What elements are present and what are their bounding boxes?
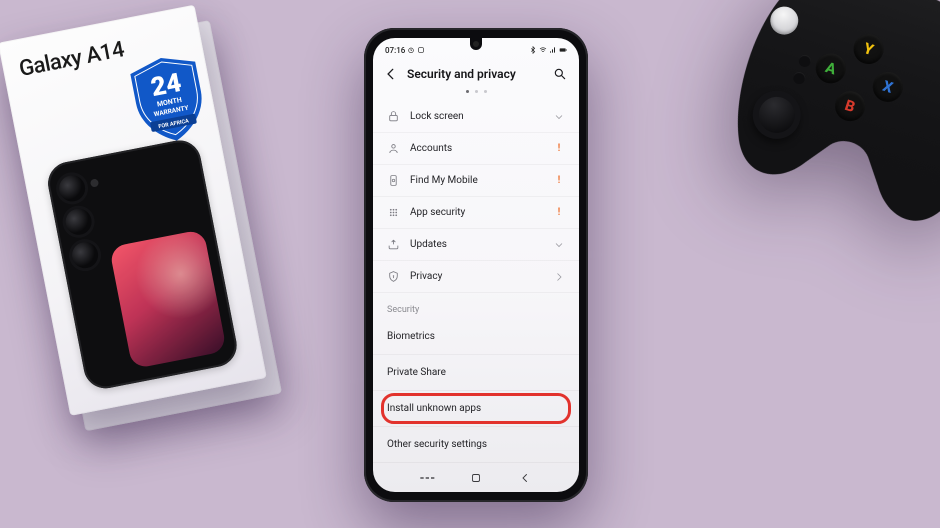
header-title: Security and privacy [407, 67, 545, 81]
game-controller: Y X A B [709, 0, 940, 243]
warranty-badge: 24 MONTH WARRANTY FOR AFRICA [124, 49, 213, 150]
row-label: Privacy [410, 271, 543, 282]
row-label: Lock screen [410, 111, 543, 122]
page-dot [484, 90, 487, 93]
search-button[interactable] [553, 66, 569, 82]
product-box-flash [90, 178, 99, 187]
android-navbar [373, 464, 579, 492]
back-button[interactable] [383, 66, 399, 82]
phone-screen: 07:16 Security and privacy [373, 38, 579, 492]
page-indicator [373, 86, 579, 101]
phone-front-camera [473, 41, 479, 47]
product-box-title: Galaxy A14 [17, 37, 126, 82]
row-updates[interactable]: Updates [373, 229, 579, 261]
controller-body [709, 0, 940, 243]
status-icon-wifi [539, 46, 547, 54]
grid-icon [387, 206, 400, 219]
status-icon-bt [529, 46, 537, 54]
row-accounts[interactable]: Accounts ! [373, 133, 579, 165]
nav-back-button[interactable] [517, 472, 533, 484]
status-icon-signal [549, 46, 557, 54]
page-dot-active [466, 90, 469, 93]
chevron-down-icon [553, 111, 565, 123]
product-box-front: Galaxy A14 24 MONTH WARRANTY FOR AFRICA [0, 5, 267, 416]
status-icon-battery [559, 46, 567, 54]
search-icon [553, 67, 567, 81]
chevron-left-icon [384, 67, 398, 81]
chevron-down-icon [553, 239, 565, 251]
warn-icon: ! [553, 207, 565, 218]
chevron-right-icon [553, 271, 565, 283]
product-box: Galaxy A14 24 MONTH WARRANTY FOR AFRICA [0, 1, 294, 455]
row-label: Private Share [387, 367, 565, 378]
section-label-security: Security [373, 293, 579, 319]
settings-list[interactable]: Lock screen Accounts ! Find My Mobile ! … [373, 101, 579, 464]
page-dot [475, 90, 478, 93]
row-lock-screen[interactable]: Lock screen [373, 101, 579, 133]
row-label: Biometrics [387, 331, 565, 342]
row-app-security[interactable]: App security ! [373, 197, 579, 229]
row-label: Install unknown apps [387, 403, 565, 414]
person-icon [387, 142, 400, 155]
row-install-unknown-apps[interactable]: Install unknown apps [373, 391, 579, 427]
row-other-security-settings[interactable]: Other security settings [373, 427, 579, 463]
product-box-phone-render [44, 137, 240, 392]
updates-icon [387, 238, 400, 251]
lock-icon [387, 110, 400, 123]
row-label: Accounts [410, 143, 543, 154]
privacy-icon [387, 270, 400, 283]
status-icon-misc [417, 46, 425, 54]
row-private-share[interactable]: Private Share [373, 355, 579, 391]
status-icon-alarm [407, 46, 415, 54]
header: Security and privacy [373, 58, 579, 86]
nav-recents-button[interactable] [419, 472, 435, 484]
row-label: App security [410, 207, 543, 218]
status-time: 07:16 [385, 46, 405, 55]
row-label: Other security settings [387, 439, 565, 450]
row-label: Updates [410, 239, 543, 250]
row-find-my-mobile[interactable]: Find My Mobile ! [373, 165, 579, 197]
product-box-wallpaper [109, 229, 227, 369]
warn-icon: ! [553, 143, 565, 154]
nav-home-button[interactable] [468, 472, 484, 484]
find-icon [387, 174, 400, 187]
row-biometrics[interactable]: Biometrics [373, 319, 579, 355]
product-box-camera-stack [57, 173, 100, 270]
warn-icon: ! [553, 175, 565, 186]
phone-frame: 07:16 Security and privacy [364, 28, 588, 502]
row-privacy[interactable]: Privacy [373, 261, 579, 293]
row-label: Find My Mobile [410, 175, 543, 186]
